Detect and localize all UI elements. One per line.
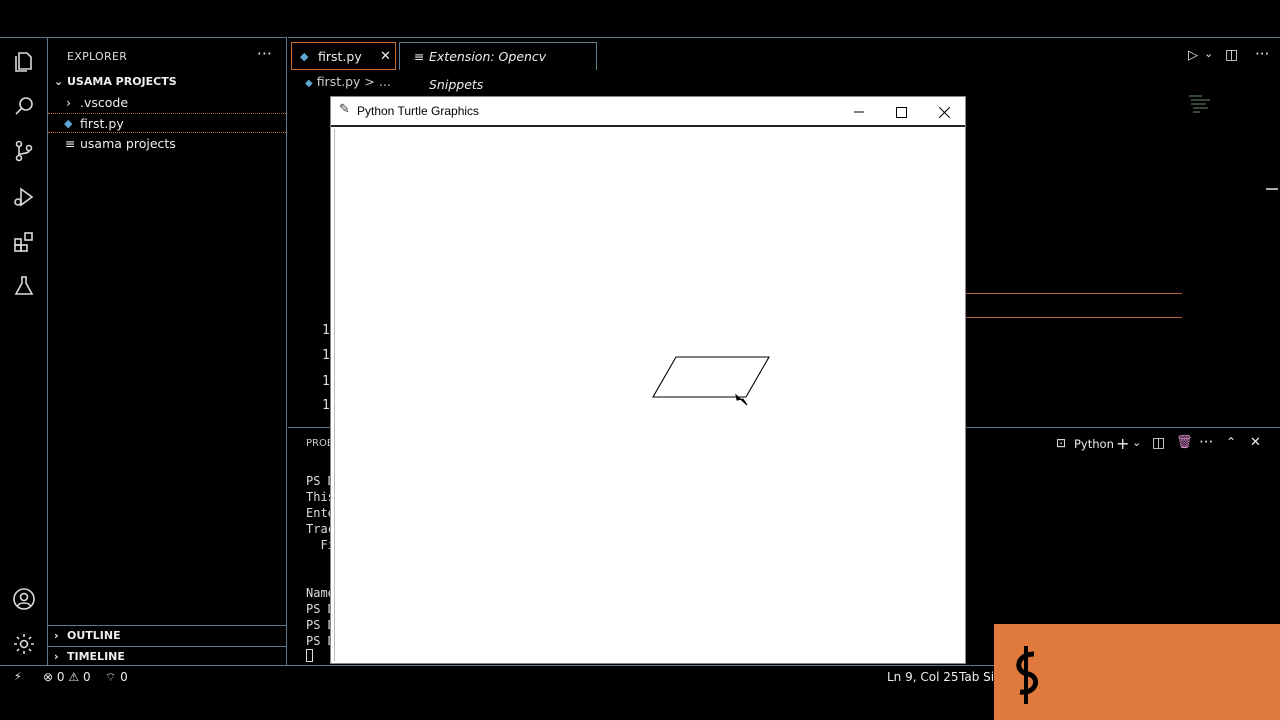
dollar-logo-icon (1016, 646, 1038, 704)
tree-item-usama-projects[interactable]: ≡ usama projects (48, 134, 286, 154)
ports-count: 0 (120, 670, 128, 684)
warning-icon: ⚠ (68, 670, 80, 684)
search-icon[interactable] (10, 92, 38, 120)
breadcrumb: ◆ first.py > ... (305, 72, 391, 92)
more-actions-icon[interactable]: ··· (1255, 45, 1269, 63)
tree-item-label: first.py (80, 116, 124, 131)
more-actions-icon[interactable]: ··· (1199, 433, 1213, 451)
split-terminal-icon[interactable]: ◫ (1152, 435, 1165, 451)
outline-label: OUTLINE (67, 629, 121, 642)
terminal-icon: ⊡ (1056, 436, 1067, 450)
warning-count: 0 (82, 670, 91, 684)
extension-preview-icon: ≡ (414, 49, 425, 64)
tab-first-py[interactable]: ◆ first.py ✕ (291, 42, 396, 70)
error-icon: ⊗ (43, 670, 54, 684)
cursor-position[interactable]: Ln 9, Col 25 (887, 670, 959, 684)
timeline-label: TIMELINE (67, 650, 125, 663)
scrollbar-marker (1266, 188, 1278, 190)
terminal-name[interactable]: Python (1074, 437, 1114, 451)
line-number: 1 (322, 398, 330, 413)
editor-tab-bar: ◆ first.py ✕ ≡ Extension: Opencv Snippet… (288, 37, 1280, 92)
broadcast-icon: ⌔ (105, 670, 117, 684)
turtle-canvas[interactable] (334, 129, 962, 661)
tree-item-first-py[interactable]: ◆ first.py (48, 113, 286, 133)
project-folder-header[interactable]: ⌄ USAMA PROJECTS (48, 72, 286, 92)
editor-highlight-line (966, 317, 1182, 318)
minimize-button[interactable] (838, 99, 880, 125)
testing-icon[interactable] (10, 272, 38, 300)
sidebar-title: EXPLORER (67, 50, 128, 63)
timeline-section[interactable]: › TIMELINE (48, 646, 286, 666)
breadcrumb-file[interactable]: first.py (317, 74, 361, 89)
chevron-down-icon[interactable]: ⌄ (1132, 436, 1141, 449)
trash-icon[interactable]: 🗑 (1176, 435, 1193, 450)
channel-logo (994, 624, 1280, 720)
maximize-panel-icon[interactable]: ⌃ (1226, 435, 1236, 449)
account-icon[interactable] (10, 585, 38, 613)
chevron-down-icon: ⌄ (54, 75, 64, 88)
editor-highlight-line (966, 293, 1182, 294)
line-number: 1 (322, 374, 330, 389)
chevron-right-icon: › (66, 95, 71, 110)
minimap[interactable] (1188, 94, 1214, 118)
feather-icon: ✎ (339, 102, 350, 117)
split-editor-icon[interactable]: ◫ (1225, 47, 1238, 63)
ellipsis-icon[interactable]: ··· (257, 44, 272, 63)
turtle-graphics-window[interactable]: ✎ Python Turtle Graphics (330, 96, 966, 664)
run-python-icon[interactable]: ▷ (1188, 48, 1198, 63)
tab-extension-opencv-snippets[interactable]: ≡ Extension: Opencv Snippets (399, 42, 597, 92)
chevron-down-icon[interactable]: ⌄ (1204, 47, 1213, 60)
run-debug-icon[interactable] (10, 183, 38, 211)
ports-status[interactable]: ⌔ 0 (105, 670, 128, 685)
line-number: 1 (322, 323, 330, 338)
close-icon (938, 106, 950, 118)
maximize-icon (895, 106, 907, 118)
activity-bar (0, 37, 48, 665)
project-folder-label: USAMA PROJECTS (67, 75, 177, 88)
maximize-button[interactable] (880, 99, 922, 125)
python-file-icon: ◆ (305, 78, 313, 89)
settings-gear-icon[interactable] (10, 630, 38, 658)
turtle-window-titlebar[interactable]: ✎ Python Turtle Graphics (331, 97, 965, 127)
text-file-icon: ≡ (65, 136, 76, 151)
terminal-cursor (306, 649, 313, 662)
python-file-icon: ◆ (64, 117, 73, 130)
tree-item-vscode[interactable]: › .vscode (48, 93, 286, 113)
source-control-icon[interactable] (10, 137, 38, 165)
turtle-window-title: Python Turtle Graphics (357, 104, 480, 118)
chevron-right-icon: › (54, 650, 59, 663)
line-number: 1 (322, 348, 330, 363)
problems-status[interactable]: ⊗ 0 ⚠ 0 (43, 670, 91, 684)
chevron-right-icon: › (54, 629, 59, 642)
tab-label: first.py (318, 49, 362, 64)
close-icon[interactable]: ✕ (380, 43, 391, 71)
error-count: 0 (56, 670, 65, 684)
explorer-icon[interactable] (10, 48, 38, 76)
python-file-icon: ◆ (300, 50, 309, 63)
parallelogram-shape (652, 356, 770, 398)
remote-icon[interactable]: ⚡ (14, 670, 22, 683)
add-terminal-icon[interactable]: + (1116, 434, 1129, 453)
tree-item-label: usama projects (80, 136, 176, 151)
close-button[interactable] (923, 99, 965, 125)
minimize-icon (854, 111, 864, 113)
outline-section[interactable]: › OUTLINE (48, 625, 286, 645)
tree-item-label: .vscode (80, 95, 129, 110)
tab-label: Extension: Opencv Snippets (429, 49, 547, 92)
explorer-sidebar: EXPLORER ··· ⌄ USAMA PROJECTS › .vscode … (48, 37, 287, 665)
extensions-icon[interactable] (10, 228, 38, 256)
close-panel-icon[interactable]: ✕ (1250, 435, 1261, 450)
breadcrumb-separator: > (364, 74, 375, 89)
breadcrumb-symbol[interactable]: ... (379, 74, 391, 89)
